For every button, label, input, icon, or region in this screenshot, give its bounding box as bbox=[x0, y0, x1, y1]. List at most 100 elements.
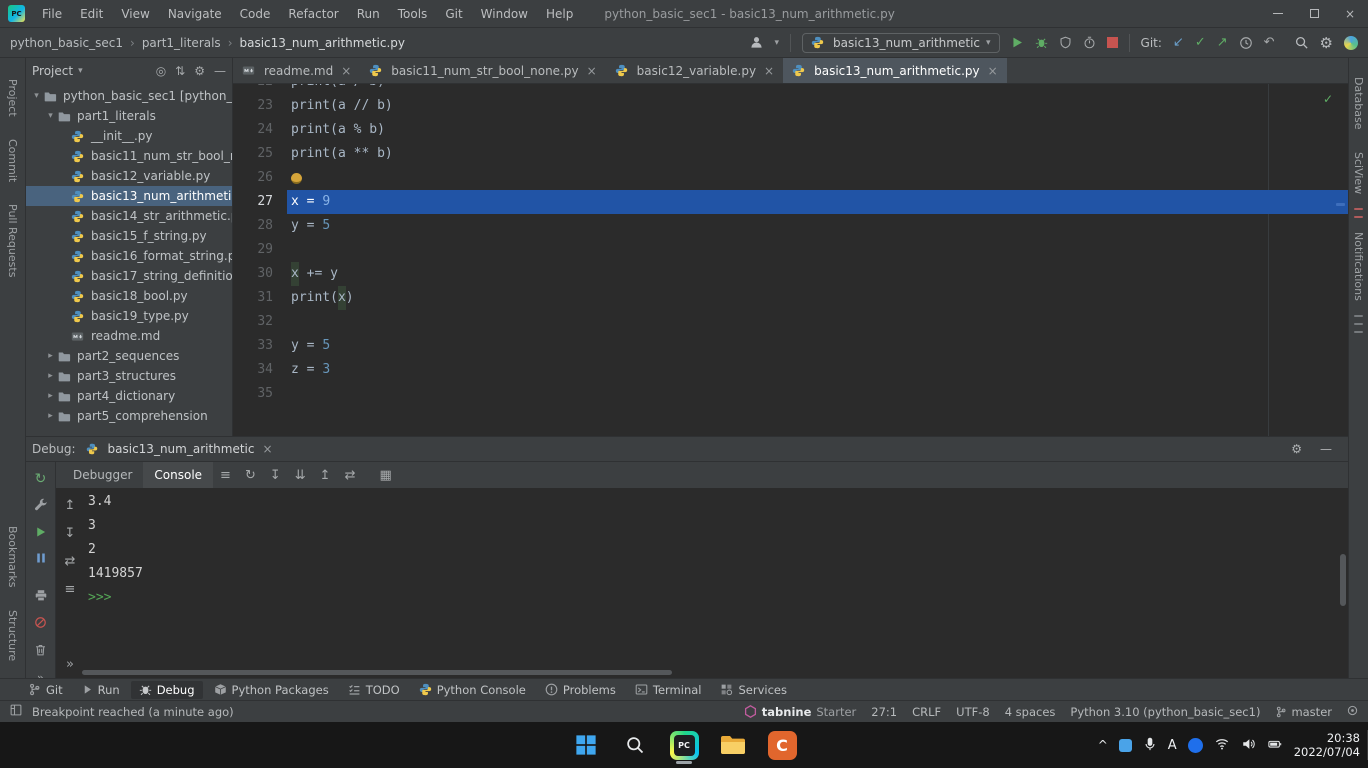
tree-expanded-icon[interactable]: ▾ bbox=[30, 91, 43, 101]
toolwindow-toggle-icon[interactable] bbox=[10, 704, 22, 719]
menu-tools[interactable]: Tools bbox=[389, 0, 437, 27]
code-text[interactable]: print(a / b) bbox=[287, 84, 1348, 94]
code-text[interactable]: print(a // b) bbox=[287, 94, 1348, 118]
git-update-button[interactable]: ↙ bbox=[1173, 35, 1184, 50]
editor-tab[interactable]: basic13_num_arithmetic.py× bbox=[783, 58, 1007, 83]
breadcrumb-item[interactable]: part1_literals bbox=[142, 36, 221, 50]
tree-item[interactable]: basic19_type.py bbox=[26, 306, 232, 326]
interpreter-widget[interactable]: Python 3.10 (python_basic_sec1) bbox=[1070, 705, 1260, 719]
line-number[interactable]: 24 bbox=[233, 118, 287, 142]
line-number[interactable]: 26 bbox=[233, 166, 287, 190]
toolwindow-debug[interactable]: Debug bbox=[131, 681, 203, 699]
caret-position-widget[interactable]: 27:1 bbox=[871, 705, 897, 719]
editor-line[interactable]: 31print(x) bbox=[233, 286, 1348, 310]
run-button[interactable] bbox=[1011, 36, 1024, 49]
editor-line[interactable]: 25print(a ** b) bbox=[233, 142, 1348, 166]
space-plugin-icon[interactable] bbox=[1344, 36, 1358, 50]
tray-dot-icon[interactable] bbox=[1188, 738, 1203, 753]
toolwindow-python-console[interactable]: Python Console bbox=[411, 681, 534, 699]
menu-help[interactable]: Help bbox=[537, 0, 582, 27]
sidebar-item-bookmarks[interactable]: Bookmarks bbox=[6, 526, 19, 587]
volume-icon[interactable] bbox=[1241, 737, 1256, 754]
toolwindow-services[interactable]: Services bbox=[712, 681, 795, 699]
horizontal-scrollbar[interactable] bbox=[82, 670, 672, 675]
line-number[interactable]: 34 bbox=[233, 358, 287, 382]
toolwindow-todo[interactable]: TODO bbox=[340, 681, 408, 699]
line-number[interactable]: 22 bbox=[233, 84, 287, 94]
rerun-button[interactable]: ↻ bbox=[35, 471, 47, 487]
panel-settings-icon[interactable]: ⚙ bbox=[194, 64, 205, 78]
editor-tab[interactable]: basic11_num_str_bool_none.py× bbox=[360, 58, 605, 83]
line-number[interactable]: 23 bbox=[233, 94, 287, 118]
code-text[interactable]: print(a % b) bbox=[287, 118, 1348, 142]
code-text[interactable]: x += y bbox=[287, 262, 1348, 286]
locate-file-icon[interactable]: ◎ bbox=[156, 64, 166, 78]
code-text[interactable] bbox=[287, 238, 1348, 262]
git-commit-button[interactable]: ✓ bbox=[1195, 35, 1206, 50]
search-everywhere-button[interactable] bbox=[1294, 35, 1309, 50]
sidebar-item-notifications[interactable]: Notifications bbox=[1352, 232, 1365, 301]
tree-item[interactable]: ▾part1_literals bbox=[26, 106, 232, 126]
taskbar-pycharm-button[interactable]: PC bbox=[664, 725, 704, 765]
line-number[interactable]: 25 bbox=[233, 142, 287, 166]
stop-button[interactable] bbox=[1107, 37, 1118, 48]
taskbar-clock[interactable]: 20:38 2022/07/04 bbox=[1294, 731, 1360, 759]
encoding-widget[interactable]: UTF-8 bbox=[956, 705, 990, 719]
code-text[interactable]: print(x) bbox=[287, 286, 1348, 310]
hide-panel-icon[interactable]: — bbox=[214, 64, 226, 78]
editor-line[interactable]: 35 bbox=[233, 382, 1348, 406]
vertical-scrollbar[interactable] bbox=[1340, 554, 1346, 606]
editor-line[interactable]: 29 bbox=[233, 238, 1348, 262]
toolwindow-git[interactable]: Git bbox=[20, 681, 71, 699]
tab-console[interactable]: Console bbox=[143, 462, 213, 488]
editor-line[interactable]: 27x = 9 bbox=[233, 190, 1348, 214]
microphone-icon[interactable] bbox=[1143, 737, 1157, 754]
tree-item[interactable]: ▸part5_comprehension bbox=[26, 406, 232, 426]
run-configuration-select[interactable]: basic13_num_arithmetic ▾ bbox=[802, 33, 1000, 53]
ime-indicator[interactable]: A bbox=[1168, 738, 1177, 753]
indent-widget[interactable]: 4 spaces bbox=[1005, 705, 1056, 719]
code-text[interactable] bbox=[287, 382, 1348, 406]
scroll-to-end-icon[interactable]: ↧ bbox=[263, 468, 288, 483]
editor-line[interactable]: 33y = 5 bbox=[233, 334, 1348, 358]
breadcrumb-item[interactable]: basic13_num_arithmetic.py bbox=[240, 36, 406, 50]
line-number[interactable]: 32 bbox=[233, 310, 287, 334]
tree-item[interactable]: ▸part4_dictionary bbox=[26, 386, 232, 406]
tree-item[interactable]: __init__.py bbox=[26, 126, 232, 146]
line-ending-widget[interactable]: CRLF bbox=[912, 705, 941, 719]
history-button[interactable] bbox=[1239, 36, 1253, 50]
code-text[interactable]: print(a ** b) bbox=[287, 142, 1348, 166]
sidebar-item-database[interactable]: Database bbox=[1352, 77, 1365, 130]
close-icon[interactable]: × bbox=[988, 64, 998, 78]
editor-line[interactable]: 26 bbox=[233, 166, 1348, 190]
mute-breakpoints-button[interactable] bbox=[34, 616, 47, 632]
status-message[interactable]: Breakpoint reached (a minute ago) bbox=[32, 705, 234, 719]
code-text[interactable]: y = 5 bbox=[287, 214, 1348, 238]
menu-file[interactable]: File bbox=[33, 0, 71, 27]
sidebar-item-commit[interactable]: Commit bbox=[6, 139, 19, 182]
rollback-button[interactable]: ↶ bbox=[1264, 35, 1275, 50]
start-button[interactable] bbox=[566, 725, 606, 765]
rerun-command-icon[interactable]: ↻ bbox=[238, 468, 263, 483]
debug-session-tab[interactable]: basic13_num_arithmetic × bbox=[76, 437, 283, 461]
editor-line[interactable]: 28y = 5 bbox=[233, 214, 1348, 238]
minimize-button[interactable] bbox=[1260, 0, 1296, 27]
compare-output-icon[interactable]: ⇄ bbox=[338, 468, 363, 483]
profile-icon[interactable] bbox=[749, 35, 764, 50]
tree-item[interactable]: basic15_f_string.py bbox=[26, 226, 232, 246]
editor-line[interactable]: 30x += y bbox=[233, 262, 1348, 286]
wifi-icon[interactable] bbox=[1214, 737, 1230, 754]
line-number[interactable]: 28 bbox=[233, 214, 287, 238]
console-output[interactable]: 3.4321419857>>> bbox=[84, 488, 1348, 678]
line-number[interactable]: 29 bbox=[233, 238, 287, 262]
close-icon[interactable]: × bbox=[341, 64, 351, 78]
page-down-icon[interactable]: ⇊ bbox=[288, 468, 313, 483]
print-button[interactable] bbox=[34, 589, 48, 605]
tree-item[interactable]: ▾python_basic_sec1 [python_basic]D: bbox=[26, 86, 232, 106]
expand-collapse-icon[interactable]: ⇅ bbox=[175, 64, 185, 78]
close-button[interactable]: × bbox=[1332, 0, 1368, 27]
hidden-icons-chevron[interactable]: ^ bbox=[1098, 738, 1108, 752]
tabnine-widget[interactable]: tabnine Starter bbox=[744, 705, 857, 719]
editor[interactable]: 22print(a / b)23print(a // b)24print(a %… bbox=[233, 84, 1348, 436]
menu-window[interactable]: Window bbox=[472, 0, 537, 27]
